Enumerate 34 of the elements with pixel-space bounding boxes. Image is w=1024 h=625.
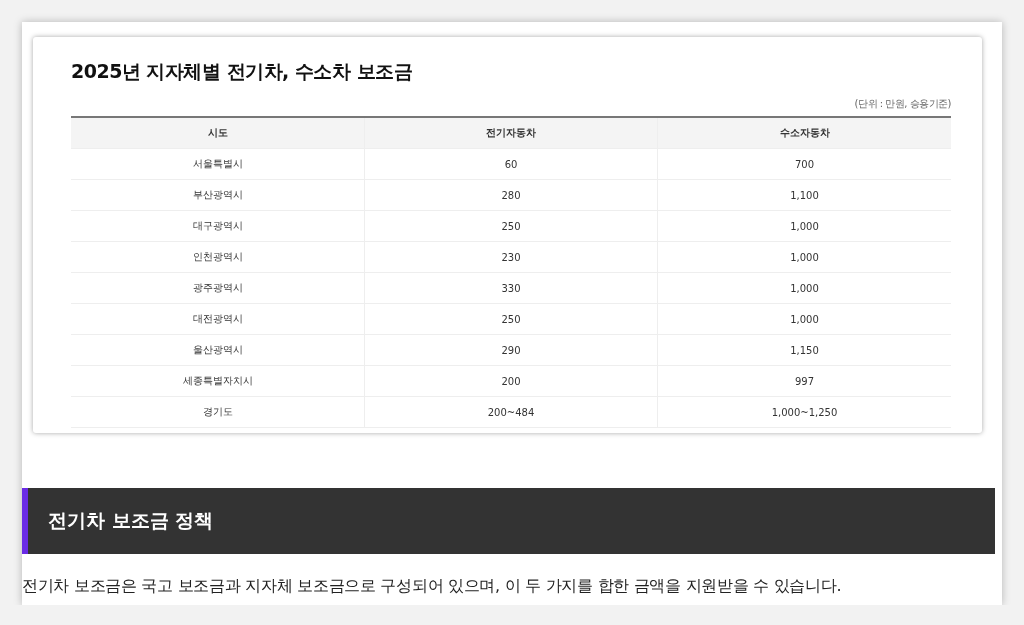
column-header: 시도 [206, 126, 229, 140]
column-header: 수소자동차 [657, 118, 951, 148]
section-heading: 전기차 보조금 정책 [22, 488, 995, 554]
table-cell: 1,000 [657, 242, 951, 272]
table-cell-text: 울산광역시 [191, 343, 244, 357]
column-header: 전기자동차 [364, 118, 657, 148]
table-cell: 1,150 [657, 335, 951, 365]
table-cell: 250 [364, 211, 657, 241]
table-cell-text: 서울특별시 [191, 157, 244, 171]
table-cell: 997 [657, 366, 951, 396]
table-cell-text: 대전광역시 [191, 312, 244, 326]
table-cell: 1,000~1,250 [657, 397, 951, 427]
table-cell: 1,000 [657, 211, 951, 241]
table-cell: 1,000 [657, 273, 951, 303]
table-cell: 200 [364, 366, 657, 396]
table-cell: 1,100 [657, 180, 951, 210]
table-cell-text: 대구광역시 [191, 219, 244, 233]
table-cell-text: 인천광역시 [191, 250, 244, 264]
table-cell: 250 [364, 304, 657, 334]
table-title: 2025년 지자체별 전기차, 수소차 보조금 [71, 59, 414, 84]
table-cell-text: 부산광역시 [191, 188, 244, 202]
table-cell: 700 [657, 149, 951, 179]
table-cell: 280 [364, 180, 657, 210]
body-paragraph: 전기차 보조금은 국고 보조금과 지자체 보조금으로 구성되어 있으며, 이 두 가지를 합한 금액을 지원받을 수 있습니다. [22, 576, 843, 597]
table-cell: 290 [364, 335, 657, 365]
table-cell: 230 [364, 242, 657, 272]
unit-note: (단위 : 만원, 승용기준) [853, 97, 951, 111]
table-cell: 60 [364, 149, 657, 179]
table-cell: 200~484 [364, 397, 657, 427]
table-cell-text: 광주광역시 [191, 281, 244, 295]
table-cell: 1,000 [657, 304, 951, 334]
table-cell-text: 경기도 [201, 405, 234, 419]
table-cell: 330 [364, 273, 657, 303]
table-cell-text: 세종특별자치시 [181, 374, 254, 388]
